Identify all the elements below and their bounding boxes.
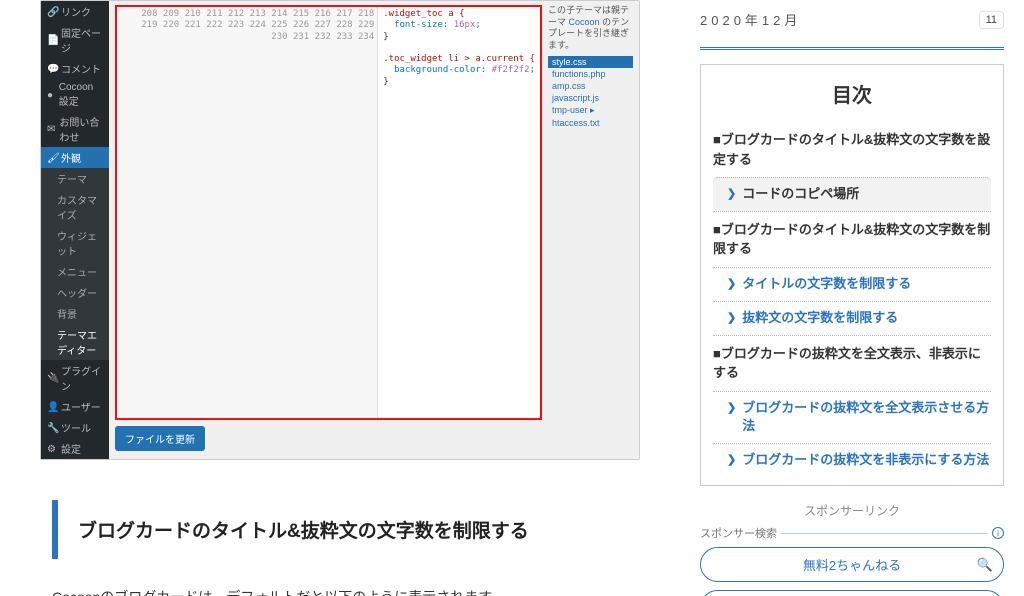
line-gutter: 208 209 210 211 212 213 214 215 216 217 …: [117, 7, 378, 418]
divider: [700, 47, 1004, 50]
chevron-right-icon: ❯: [727, 453, 736, 469]
wp-menu-item[interactable]: 🔧ツール: [41, 417, 109, 438]
wp-menu-item[interactable]: ⚙設定: [41, 438, 109, 459]
parent-theme-link[interactable]: Cocoon: [569, 17, 600, 27]
toc-section[interactable]: ■ブログカードのタイトル&抜粋文の文字数を設定する: [713, 122, 991, 177]
archive-day[interactable]: 11: [979, 11, 1004, 29]
wp-menu-subitem[interactable]: テーマ: [41, 168, 109, 189]
toc-subitem[interactable]: ❯コードのコピペ場所: [713, 177, 991, 211]
theme-file-item[interactable]: htaccess.txt: [548, 117, 633, 129]
chevron-right-icon: ❯: [727, 187, 736, 203]
wp-menu-item[interactable]: 💬コメント: [41, 58, 109, 79]
chevron-right-icon: ❯: [727, 277, 736, 293]
info-icon[interactable]: i: [992, 527, 1004, 539]
toc-subitem[interactable]: ❯抜粋文の文字数を制限する: [713, 301, 991, 335]
wp-menu-item[interactable]: 👤ユーザー: [41, 396, 109, 417]
sponsor-link[interactable]: 無料2ちゃんねる🔍: [700, 547, 1004, 582]
paragraph: Cocoonのブログカードは、デフォルトだと以下のように表示されます。: [52, 587, 640, 596]
wp-menu-subitem[interactable]: 背景: [41, 303, 109, 324]
wordpress-admin: 🔗リンク📄固定ページ💬コメント●Cocoon 設定✉お問い合わせ🖌外観テーマカス…: [40, 0, 640, 460]
toc-subitem[interactable]: ❯ブログカードの抜粋文を非表示にする方法: [713, 443, 991, 477]
chevron-right-icon: ❯: [727, 311, 736, 327]
code-editor[interactable]: 208 209 210 211 212 213 214 215 216 217 …: [115, 5, 542, 420]
theme-files-panel: この子テーマは親テーマ Cocoon のテンプレートを引き継ぎます。 style…: [548, 5, 633, 420]
section-heading: ブログカードのタイトル&抜粋文の文字数を制限する: [52, 500, 640, 559]
toc-subitem[interactable]: ❯タイトルの文字数を制限する: [713, 267, 991, 301]
toc-subitem[interactable]: ❯ブログカードの抜粋文を全文表示させる方法: [713, 391, 991, 444]
code-content[interactable]: .widget_toc a { font-size: 16px; } .toc_…: [378, 7, 540, 418]
search-icon: 🔍: [977, 557, 993, 573]
theme-file-item[interactable]: functions.php: [548, 68, 633, 80]
toc-section[interactable]: ■ブログカードの抜粋文を全文表示、非表示にする: [713, 335, 991, 391]
toc-title: 目次: [713, 79, 991, 108]
wp-theme-editor: 208 209 210 211 212 213 214 215 216 217 …: [109, 1, 639, 459]
wp-menu-item-appearance[interactable]: 🖌外観: [41, 147, 109, 168]
theme-file-item[interactable]: tmp-user ▸: [548, 104, 633, 117]
article-body: ブログカードのタイトル&抜粋文の文字数を制限する Cocoonのブログカードは、…: [0, 500, 680, 596]
sponsor-link[interactable]: メンタルを強くするには🔍: [700, 590, 1004, 596]
sponsor-search-row: スポンサー検索 i: [700, 525, 1004, 541]
archive-date: 2020年12月: [700, 10, 801, 29]
wp-menu-item[interactable]: 📄固定ページ: [41, 22, 109, 58]
wp-menu-subitem[interactable]: カスタマイズ: [41, 189, 109, 225]
right-sidebar: 2020年12月 11 目次 ■ブログカードのタイトル&抜粋文の文字数を設定する…: [680, 0, 1024, 596]
wp-menu-subitem[interactable]: ヘッダー: [41, 282, 109, 303]
wp-menu-item[interactable]: ●Cocoon 設定: [41, 79, 109, 111]
wp-admin-menu: 🔗リンク📄固定ページ💬コメント●Cocoon 設定✉お問い合わせ🖌外観テーマカス…: [41, 1, 109, 459]
wp-menu-item[interactable]: 🔗リンク: [41, 1, 109, 22]
theme-file-item[interactable]: javascript.js: [548, 92, 633, 104]
table-of-contents: 目次 ■ブログカードのタイトル&抜粋文の文字数を設定する❯コードのコピペ場所■ブ…: [700, 64, 1004, 486]
chevron-right-icon: ❯: [727, 401, 736, 417]
sponsor-label: スポンサーリンク: [700, 502, 1004, 519]
toc-section[interactable]: ■ブログカードのタイトル&抜粋文の文字数を制限する: [713, 211, 991, 267]
wp-menu-subitem[interactable]: ウィジェット: [41, 225, 109, 261]
wp-menu-subitem[interactable]: メニュー: [41, 261, 109, 282]
wp-menu-subitem[interactable]: テーマエディター: [41, 324, 109, 360]
wp-menu-item[interactable]: ✉お問い合わせ: [41, 111, 109, 147]
theme-file-item[interactable]: amp.css: [548, 80, 633, 92]
update-file-button[interactable]: ファイルを更新: [115, 426, 205, 451]
wp-menu-item[interactable]: 🔌プラグイン: [41, 360, 109, 396]
child-theme-note: この子テーマは親テーマ Cocoon のテンプレートを引き継ぎます。: [548, 5, 633, 52]
theme-file-item[interactable]: style.css: [548, 56, 633, 68]
